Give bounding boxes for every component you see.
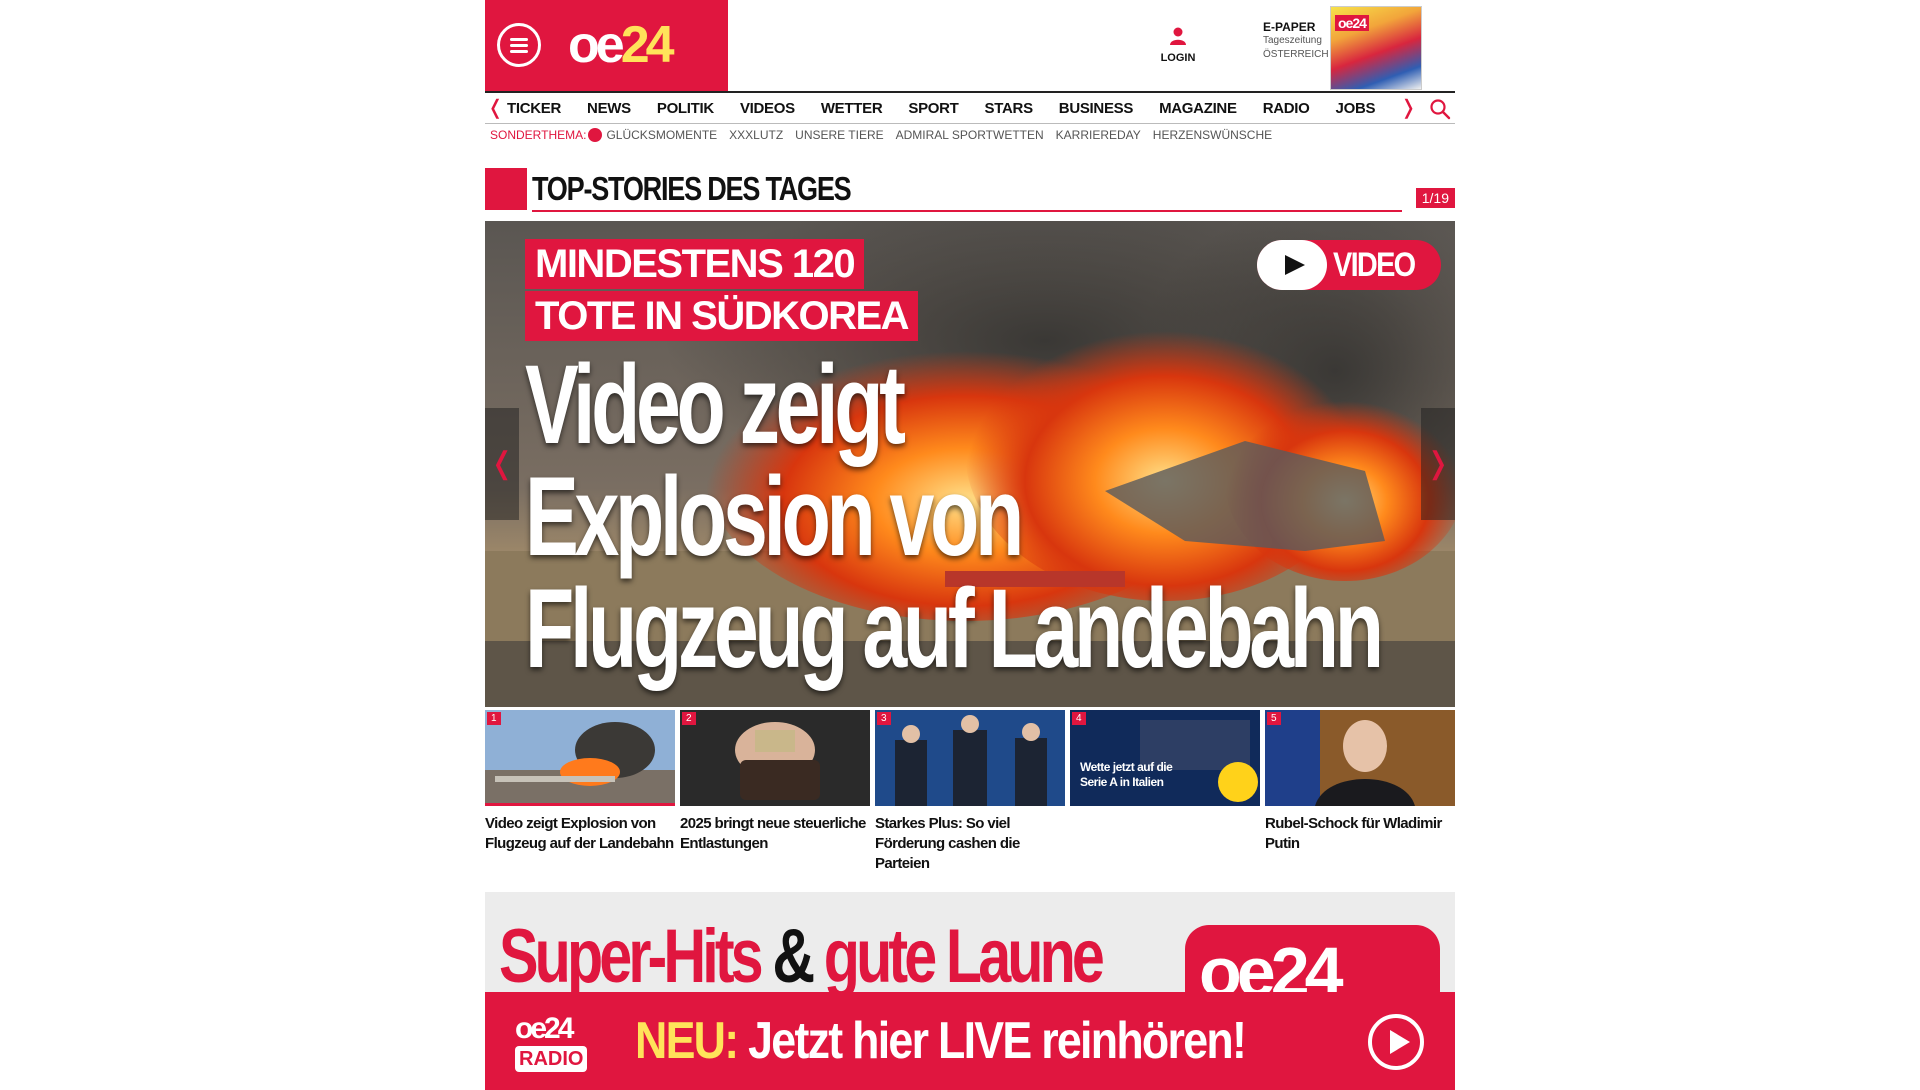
special-topic-admiral[interactable]: ADMIRAL SPORTWETTEN	[896, 128, 1044, 142]
thumb-caption: Starkes Plus: So viel Förderung cashen d…	[875, 815, 1020, 872]
section-underline	[532, 210, 1402, 212]
thumb-number: 1	[487, 712, 501, 725]
radio-live-bar[interactable]: oe24 RADIO NEU: Jetzt hier LIVE reinhöre…	[485, 992, 1455, 1090]
thumb-image: 2	[680, 710, 870, 806]
nav-item-videos[interactable]: VIDEOS	[740, 100, 795, 117]
radio-cta: NEU: Jetzt hier LIVE reinhören!	[635, 1010, 1247, 1072]
banner-amp: &	[772, 914, 815, 992]
epaper-title: E-PAPER	[1263, 20, 1316, 34]
menu-bar	[510, 50, 528, 53]
thumb-image: 5	[1265, 710, 1455, 806]
thumb-image: 4 Wette jetzt auf die Serie A in Italien	[1070, 710, 1260, 806]
lucky-ball-icon	[588, 128, 603, 142]
epaper-line2: ÖSTERREICH	[1263, 49, 1329, 60]
login-label: LOGIN	[1160, 52, 1196, 64]
special-topic-gluecksmomente[interactable]: GLÜCKSMOMENTE	[606, 128, 717, 142]
radio-neu-label: NEU:	[635, 1012, 739, 1070]
thumb-caption: Rubel-Schock für Wladimir Putin	[1265, 815, 1442, 852]
ad-text: Wette jetzt auf die Serie A in Italien	[1080, 760, 1173, 789]
top-stories-header: TOP-STORIES DES TAGES 1/19	[485, 166, 1455, 212]
thumb-number: 2	[682, 712, 696, 725]
thumb-image: 1	[485, 710, 675, 806]
special-topic-herzenswuensche[interactable]: HERZENSWÜNSCHE	[1153, 128, 1272, 142]
login-button[interactable]: LOGIN	[1156, 26, 1200, 64]
slide-counter: 1/19	[1415, 188, 1455, 208]
site-header: oe24 LOGIN E-PAPER Tageszeitung ÖSTERREI…	[485, 0, 1455, 91]
video-badge[interactable]: VIDEO	[1257, 240, 1441, 290]
section-title: TOP-STORIES DES TAGES	[532, 170, 852, 207]
epaper-cover-image[interactable]: oe24	[1330, 6, 1422, 90]
nav-item-stars[interactable]: STARS	[985, 100, 1034, 117]
banner-logo: oe24	[1185, 925, 1440, 992]
nav-item-politik[interactable]: POLITIK	[657, 100, 714, 117]
slider-prev-icon[interactable]: ❬	[485, 408, 519, 520]
special-topic-xxxlutz[interactable]: XXXLUTZ	[729, 128, 783, 142]
epaper-line1: Tageszeitung	[1263, 35, 1322, 46]
nav-item-radio[interactable]: RADIO	[1263, 100, 1310, 117]
nav-item-ticker[interactable]: TICKER	[507, 100, 561, 117]
logo-24: 24	[620, 16, 675, 74]
menu-bar	[510, 38, 528, 41]
nav-next-arrow-icon[interactable]: ❭	[1400, 98, 1417, 118]
special-topics-label: SONDERTHEMA:	[490, 128, 587, 142]
logo-block: oe24	[485, 0, 728, 91]
oe24-logo[interactable]: oe24	[568, 14, 675, 76]
headline-line: Explosion von	[525, 454, 1024, 579]
page: oe24 LOGIN E-PAPER Tageszeitung ÖSTERREI…	[485, 0, 1455, 1090]
menu-button[interactable]	[497, 23, 541, 67]
search-icon[interactable]	[1429, 98, 1451, 120]
section-marker	[485, 168, 527, 210]
story-thumbnails: 1 Video zeigt Explosion von Flugzeug auf…	[485, 710, 1455, 874]
logo-oe: oe	[568, 16, 625, 74]
radio-logo-bottom: RADIO	[515, 1046, 588, 1072]
nav-item-news[interactable]: NEWS	[587, 100, 631, 117]
nav-list: TICKER NEWS POLITIK VIDEOS WETTER SPORT …	[507, 100, 1401, 117]
nav-item-sport[interactable]: SPORT	[908, 100, 958, 117]
thumb-number: 3	[877, 712, 891, 725]
kicker-line: MINDESTENS 120	[525, 239, 865, 289]
nav-item-business[interactable]: BUSINESS	[1059, 100, 1134, 117]
story-thumb[interactable]: 2 2025 bringt neue steuerliche Entlastun…	[680, 710, 870, 874]
thumb-number: 4	[1072, 712, 1086, 725]
headline-line: Video zeigt	[525, 342, 906, 467]
epaper-link[interactable]: E-PAPER Tageszeitung ÖSTERREICH	[1263, 20, 1329, 62]
radio-cta-text: Jetzt hier LIVE reinhören!	[748, 1012, 1247, 1070]
nav-item-jobs[interactable]: JOBS	[1336, 100, 1376, 117]
hero-slide[interactable]: MINDESTENS 120 TOTE IN SÜDKOREA VIDEO Vi…	[485, 221, 1455, 707]
nav-item-magazine[interactable]: MAGAZINE	[1159, 100, 1237, 117]
banner-slogan: Super-Hits & gute Laune	[499, 912, 1105, 992]
banner-part2: gute Laune	[823, 914, 1105, 992]
thumb-image: 3	[875, 710, 1065, 806]
radio-logo-top: oe24	[515, 1014, 607, 1044]
banner-part1: Super-Hits	[499, 914, 764, 992]
thumb-caption: Video zeigt Explosion von Flugzeug auf d…	[485, 815, 674, 852]
radio-play-button[interactable]	[1368, 1014, 1424, 1070]
play-icon	[1257, 240, 1327, 290]
thumb-caption: 2025 bringt neue steuerliche Entlastunge…	[680, 815, 866, 852]
special-topics-bar: SONDERTHEMA: GLÜCKSMOMENTE XXXLUTZ UNSER…	[490, 128, 1284, 142]
story-thumb-ad[interactable]: 4 Wette jetzt auf die Serie A in Italien	[1070, 710, 1260, 874]
user-icon	[1170, 27, 1186, 45]
special-topic-karriereday[interactable]: KARRIEREDAY	[1056, 128, 1141, 142]
special-topic-unsere-tiere[interactable]: UNSERE TIERE	[795, 128, 883, 142]
story-thumb[interactable]: 5 Rubel-Schock für Wladimir Putin	[1265, 710, 1455, 874]
story-thumb[interactable]: 3 Starkes Plus: So viel Förderung cashen…	[875, 710, 1065, 874]
video-label: VIDEO	[1333, 245, 1416, 284]
menu-bar	[510, 44, 528, 47]
nav-item-wetter[interactable]: WETTER	[821, 100, 883, 117]
thumb-number: 5	[1267, 712, 1281, 725]
headline-line: Flugzeug auf Landebahn	[525, 566, 1384, 691]
hero-kicker: MINDESTENS 120 TOTE IN SÜDKOREA	[525, 239, 919, 341]
slider-next-icon[interactable]: ❭	[1421, 408, 1455, 520]
epaper-cover-logo: oe24	[1335, 15, 1369, 31]
hero-headline[interactable]: Video zeigt Explosion von Flugzeug auf L…	[525, 342, 1384, 691]
radio-logo: oe24 RADIO	[515, 1014, 607, 1076]
nav-prev-arrow-icon[interactable]: ❬	[487, 98, 504, 118]
radio-ad-banner[interactable]: Super-Hits & gute Laune oe24	[485, 892, 1455, 992]
kicker-line: TOTE IN SÜDKOREA	[525, 291, 919, 341]
story-thumb[interactable]: 1 Video zeigt Explosion von Flugzeug auf…	[485, 710, 675, 874]
main-nav: ❬ TICKER NEWS POLITIK VIDEOS WETTER SPOR…	[485, 91, 1455, 124]
